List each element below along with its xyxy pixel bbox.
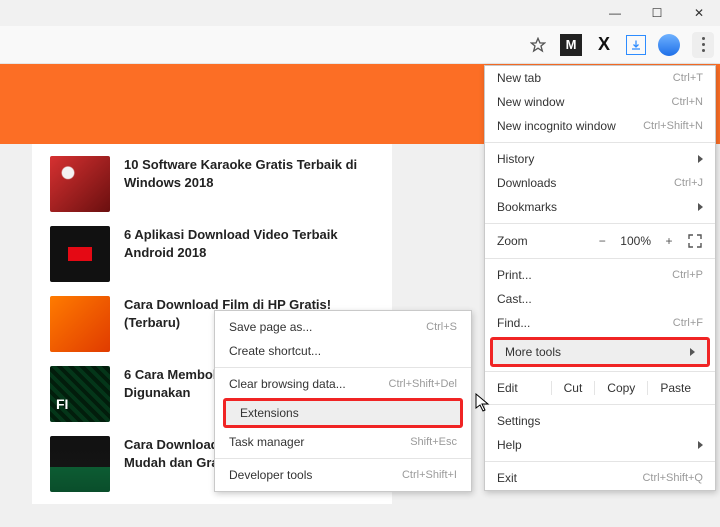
menu-label: Find...: [497, 316, 530, 330]
menu-shortcut: Ctrl+S: [426, 321, 457, 333]
menu-label: More tools: [505, 345, 561, 359]
menu-icon[interactable]: [692, 32, 714, 58]
menu-separator: [485, 461, 715, 462]
highlight-more-tools: More tools: [490, 337, 710, 367]
menu-settings[interactable]: Settings: [485, 409, 715, 433]
menu-incognito[interactable]: New incognito window Ctrl+Shift+N: [485, 114, 715, 138]
menu-label: Save page as...: [229, 320, 312, 334]
avatar-icon[interactable]: [658, 34, 680, 56]
article-thumbnail: [50, 226, 110, 282]
menu-label: Bookmarks: [497, 200, 557, 214]
menu-new-window[interactable]: New window Ctrl+N: [485, 90, 715, 114]
browser-toolbar: M X: [0, 26, 720, 64]
menu-shortcut: Ctrl+Shift+Q: [642, 472, 703, 484]
menu-separator: [485, 371, 715, 372]
menu-shortcut: Shift+Esc: [410, 436, 457, 448]
article-title: 10 Software Karaoke Gratis Terbaik di Wi…: [124, 156, 374, 192]
window-controls: — ☐ ✕: [594, 0, 720, 26]
menu-label: New incognito window: [497, 119, 616, 133]
download-icon[interactable]: [626, 35, 646, 55]
menu-history[interactable]: History: [485, 147, 715, 171]
chrome-main-menu: New tab Ctrl+T New window Ctrl+N New inc…: [484, 65, 716, 491]
menu-shortcut: Ctrl+Shift+Del: [389, 378, 457, 390]
menu-shortcut: Ctrl+T: [673, 72, 703, 84]
extension-m-icon[interactable]: M: [560, 34, 582, 56]
menu-label: New tab: [497, 71, 541, 85]
minimize-button[interactable]: —: [594, 0, 636, 26]
highlight-extensions: Extensions: [223, 398, 463, 428]
menu-print[interactable]: Print... Ctrl+P: [485, 263, 715, 287]
menu-label: Clear browsing data...: [229, 377, 346, 391]
article-thumbnail: [50, 436, 110, 492]
menu-label: Print...: [497, 268, 532, 282]
menu-more-tools[interactable]: More tools: [493, 340, 707, 364]
chevron-right-icon: [698, 155, 703, 163]
menu-label: Cast...: [497, 292, 532, 306]
close-button[interactable]: ✕: [678, 0, 720, 26]
menu-label: Downloads: [497, 176, 556, 190]
chevron-right-icon: [698, 441, 703, 449]
more-tools-submenu: Save page as... Ctrl+S Create shortcut..…: [214, 310, 472, 492]
menu-edit-row: Edit Cut Copy Paste: [485, 376, 715, 400]
menu-cast[interactable]: Cast...: [485, 287, 715, 311]
menu-shortcut: Ctrl+J: [674, 177, 703, 189]
menu-label: Extensions: [240, 406, 299, 420]
menu-bookmarks[interactable]: Bookmarks: [485, 195, 715, 219]
star-icon[interactable]: [528, 35, 548, 55]
menu-help[interactable]: Help: [485, 433, 715, 457]
chevron-right-icon: [690, 348, 695, 356]
article-title: 6 Aplikasi Download Video Terbaik Androi…: [124, 226, 374, 262]
menu-separator: [215, 367, 471, 368]
menu-label: Developer tools: [229, 468, 312, 482]
copy-button[interactable]: Copy: [594, 381, 647, 395]
zoom-value: 100%: [620, 234, 651, 248]
zoom-out-button[interactable]: −: [596, 234, 608, 248]
menu-label: Settings: [497, 414, 540, 428]
extension-x-icon[interactable]: X: [594, 35, 614, 55]
list-item[interactable]: 6 Aplikasi Download Video Terbaik Androi…: [50, 226, 374, 282]
submenu-extensions[interactable]: Extensions: [226, 401, 460, 425]
paste-button[interactable]: Paste: [647, 381, 703, 395]
chevron-right-icon: [698, 203, 703, 211]
menu-separator: [485, 404, 715, 405]
cut-button[interactable]: Cut: [551, 381, 595, 395]
submenu-clear-data[interactable]: Clear browsing data... Ctrl+Shift+Del: [215, 372, 471, 396]
menu-label: Help: [497, 438, 522, 452]
menu-label: Create shortcut...: [229, 344, 321, 358]
menu-shortcut: Ctrl+P: [672, 269, 703, 281]
submenu-save-page[interactable]: Save page as... Ctrl+S: [215, 315, 471, 339]
menu-separator: [485, 142, 715, 143]
menu-label: Edit: [497, 381, 518, 395]
maximize-button[interactable]: ☐: [636, 0, 678, 26]
submenu-create-shortcut[interactable]: Create shortcut...: [215, 339, 471, 363]
menu-new-tab[interactable]: New tab Ctrl+T: [485, 66, 715, 90]
submenu-task-manager[interactable]: Task manager Shift+Esc: [215, 430, 471, 454]
menu-label: Exit: [497, 471, 517, 485]
menu-label: New window: [497, 95, 564, 109]
menu-zoom: Zoom − 100% +: [485, 228, 715, 254]
menu-shortcut: Ctrl+N: [672, 96, 703, 108]
zoom-in-button[interactable]: +: [663, 234, 675, 248]
menu-label: History: [497, 152, 534, 166]
menu-label: Task manager: [229, 435, 304, 449]
menu-label: Zoom: [497, 234, 528, 248]
menu-exit[interactable]: Exit Ctrl+Shift+Q: [485, 466, 715, 490]
menu-shortcut: Ctrl+Shift+I: [402, 469, 457, 481]
menu-find[interactable]: Find... Ctrl+F: [485, 311, 715, 335]
menu-separator: [485, 258, 715, 259]
article-thumbnail: [50, 296, 110, 352]
submenu-developer-tools[interactable]: Developer tools Ctrl+Shift+I: [215, 463, 471, 487]
article-thumbnail: [50, 156, 110, 212]
menu-downloads[interactable]: Downloads Ctrl+J: [485, 171, 715, 195]
menu-shortcut: Ctrl+F: [673, 317, 703, 329]
menu-separator: [485, 223, 715, 224]
list-item[interactable]: 10 Software Karaoke Gratis Terbaik di Wi…: [50, 156, 374, 212]
menu-shortcut: Ctrl+Shift+N: [643, 120, 703, 132]
fullscreen-icon[interactable]: [687, 233, 703, 249]
menu-separator: [215, 458, 471, 459]
article-thumbnail: [50, 366, 110, 422]
